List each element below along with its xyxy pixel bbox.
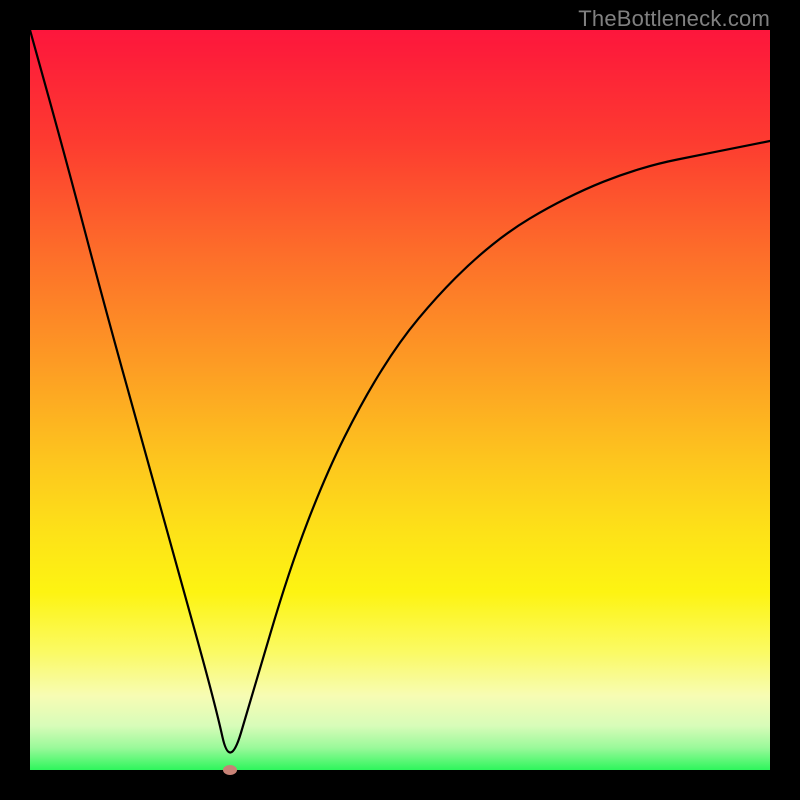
watermark-text: TheBottleneck.com: [578, 6, 770, 32]
min-point-marker: [223, 765, 237, 775]
curve-svg: [30, 30, 770, 770]
bottleneck-curve-path: [30, 30, 770, 752]
plot-area: [30, 30, 770, 770]
chart-frame: TheBottleneck.com: [0, 0, 800, 800]
